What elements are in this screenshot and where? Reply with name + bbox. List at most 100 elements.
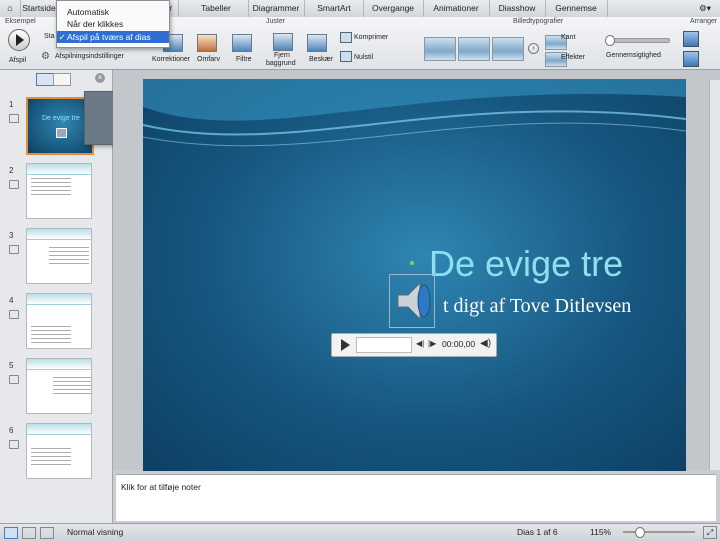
filtre-button[interactable]: Filtre bbox=[236, 56, 252, 64]
gennemsigtighed-label: Gennemsigtighed bbox=[606, 52, 661, 59]
menu-item-afspil-paa-tvaers[interactable]: ✓Afspil på tværs af dias bbox=[57, 31, 169, 43]
speaker-icon bbox=[56, 128, 67, 138]
thumb-text bbox=[31, 178, 71, 198]
vertical-scrollbar[interactable] bbox=[709, 80, 720, 470]
beskaer-button[interactable]: Beskær bbox=[309, 56, 333, 64]
slide-number: 2 bbox=[9, 166, 14, 175]
start-label: Sta bbox=[44, 33, 55, 40]
thumb-text bbox=[49, 247, 89, 267]
komprimer-button[interactable]: Komprimer bbox=[354, 34, 388, 42]
slide-title[interactable]: De evige tre bbox=[429, 243, 623, 285]
notes-pane[interactable]: Klik for at tilføje noter bbox=[116, 474, 716, 521]
tab-overgange[interactable]: Overgange bbox=[363, 0, 424, 17]
fjern-baggrund-line2[interactable]: baggrund bbox=[266, 60, 296, 68]
gallery-arrow-icon[interactable]: › bbox=[528, 43, 539, 54]
komprimer-icon bbox=[340, 32, 352, 43]
audio-player-controls: ◀| |▶ 00:00,00 ◀) bbox=[331, 333, 497, 357]
sorter-view-icon[interactable] bbox=[22, 527, 36, 539]
zoom-slider-handle[interactable] bbox=[635, 527, 645, 538]
nulstil-button[interactable]: Nulstil bbox=[354, 54, 373, 62]
zoom-slider[interactable] bbox=[623, 527, 695, 538]
beskaer-icon bbox=[307, 34, 327, 52]
audio-selection-frame[interactable] bbox=[389, 261, 435, 328]
group-label-arranger: Arranger bbox=[690, 18, 718, 25]
playback-dropdown-menu: Automatisk Når der klikkes ✓Afspil på tv… bbox=[56, 0, 170, 48]
afspilningsindstillinger-button[interactable]: Afspilningsindstillinger bbox=[55, 53, 124, 61]
align-icon[interactable] bbox=[683, 51, 699, 67]
picture-style-3[interactable] bbox=[492, 37, 524, 61]
close-icon[interactable]: × bbox=[95, 73, 105, 83]
zoom-level[interactable]: 115% bbox=[590, 527, 611, 537]
picture-style-2[interactable] bbox=[458, 37, 490, 61]
slide-anim-icon bbox=[9, 245, 19, 254]
gear-icon[interactable]: ⚙▾ bbox=[690, 0, 720, 17]
tab-diasshow[interactable]: Diasshow bbox=[489, 0, 546, 17]
group-label-juster: Juster bbox=[266, 18, 286, 25]
slide-thumbnail-2[interactable] bbox=[26, 163, 92, 219]
slide-thumbnail-6[interactable] bbox=[26, 423, 92, 479]
slide-subtitle[interactable]: t digt af Tove Ditlevsen bbox=[443, 295, 631, 318]
thumb-title: De evige tre bbox=[42, 115, 80, 122]
home-icon[interactable]: ⌂ bbox=[0, 0, 21, 17]
omfarv-button[interactable]: Omfarv bbox=[197, 56, 220, 64]
menu-item-label: Afspil på tværs af dias bbox=[67, 32, 151, 42]
progress-bar[interactable] bbox=[356, 337, 412, 353]
play-icon bbox=[16, 34, 24, 46]
thumb-wave bbox=[27, 229, 91, 240]
slide-number: 6 bbox=[9, 426, 14, 435]
slide-number: 5 bbox=[9, 361, 14, 370]
play-icon[interactable] bbox=[341, 339, 350, 351]
speaker-icon bbox=[397, 281, 431, 321]
slide-canvas[interactable]: De evige tre t digt af Tove Ditlevsen ◀|… bbox=[143, 79, 686, 471]
slides-view-tab[interactable] bbox=[36, 73, 54, 86]
slide-anim-icon bbox=[9, 180, 19, 189]
play-button[interactable] bbox=[8, 29, 30, 51]
slide-thumbnail-5[interactable] bbox=[26, 358, 92, 414]
check-icon: ✓ bbox=[58, 32, 66, 42]
slideshow-view-icon[interactable] bbox=[40, 527, 54, 539]
fit-window-icon[interactable]: ⤢ bbox=[703, 526, 717, 539]
omfarv-icon bbox=[197, 34, 217, 52]
slide-anim-icon bbox=[9, 310, 19, 319]
tab-startside[interactable]: Startside bbox=[21, 0, 58, 17]
tab-diagrammer[interactable]: Diagrammer bbox=[248, 0, 305, 17]
outline-view-tab[interactable] bbox=[53, 73, 71, 86]
korrektioner-button[interactable]: Korrektioner bbox=[152, 56, 190, 64]
tab-animationer[interactable]: Animationer bbox=[423, 0, 490, 17]
volume-icon[interactable]: ◀) bbox=[480, 338, 491, 349]
thumb-wave bbox=[27, 294, 91, 305]
slide-number: 3 bbox=[9, 231, 14, 240]
thumb-text bbox=[53, 377, 91, 397]
group-label-billedtypografier: Billedtypografier bbox=[513, 18, 564, 25]
menu-item-automatisk[interactable]: Automatisk bbox=[57, 6, 169, 18]
filtre-icon bbox=[232, 34, 252, 52]
slide-thumbnail-4[interactable] bbox=[26, 293, 92, 349]
group-label-eksempel: Eksempel bbox=[5, 18, 36, 25]
thumb-wave bbox=[27, 424, 91, 435]
rewind-icon[interactable]: ◀| bbox=[416, 339, 424, 348]
status-bar: Normal visning Dias 1 af 6 115% ⤢ bbox=[0, 523, 720, 541]
nulstil-icon bbox=[340, 51, 352, 62]
transparency-slider[interactable] bbox=[605, 35, 670, 46]
slide-number: 1 bbox=[9, 100, 14, 109]
slide-wave-decoration bbox=[143, 79, 686, 147]
menu-item-naar-der-klikkes[interactable]: Når der klikkes bbox=[57, 18, 169, 30]
slide-thumbnail-3[interactable] bbox=[26, 228, 92, 284]
arrange-icon[interactable] bbox=[683, 31, 699, 47]
tab-smartart[interactable]: SmartArt bbox=[305, 0, 364, 17]
kant-button[interactable]: Kant bbox=[561, 34, 575, 42]
slide-counter: Dias 1 af 6 bbox=[517, 527, 558, 537]
thumb-wave bbox=[27, 359, 91, 370]
slide-number: 4 bbox=[9, 296, 14, 305]
slider-handle[interactable] bbox=[605, 35, 615, 46]
tab-gennemse[interactable]: Gennemse bbox=[545, 0, 608, 17]
forward-icon[interactable]: |▶ bbox=[428, 339, 436, 348]
afspil-label: Afspil bbox=[9, 57, 27, 64]
normal-view-icon[interactable] bbox=[4, 527, 18, 539]
effekter-button[interactable]: Effekter bbox=[561, 54, 585, 62]
thumb-text bbox=[31, 448, 71, 468]
rotate-handle[interactable] bbox=[410, 261, 414, 265]
fjern-baggrund-line1[interactable]: Fjern bbox=[274, 52, 290, 60]
tab-tabeller[interactable]: Tabeller bbox=[184, 0, 249, 17]
picture-style-1[interactable] bbox=[424, 37, 456, 61]
